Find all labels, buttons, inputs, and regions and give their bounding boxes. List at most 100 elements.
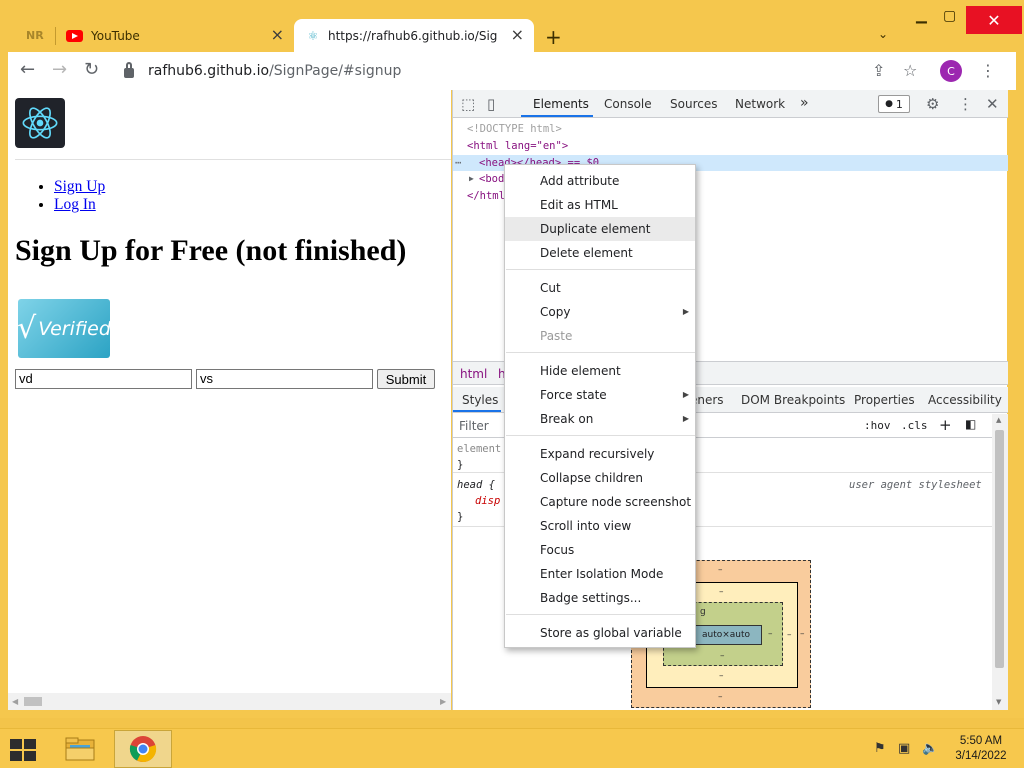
scrollbar-thumb[interactable] bbox=[995, 430, 1004, 668]
menu-item-delete-element[interactable]: Delete element bbox=[505, 241, 695, 265]
back-arrow-icon[interactable]: ← bbox=[20, 60, 35, 80]
new-tab-button[interactable]: + bbox=[545, 25, 562, 49]
scroll-right-icon[interactable]: ▶ bbox=[440, 697, 446, 706]
plus-icon[interactable]: + bbox=[939, 416, 952, 434]
context-menu: Add attribute Edit as HTML Duplicate ele… bbox=[504, 164, 696, 648]
menu-separator bbox=[506, 352, 695, 353]
horizontal-scrollbar[interactable]: ◀ ▶ bbox=[8, 693, 451, 710]
tab-youtube[interactable]: YouTube × bbox=[58, 19, 294, 52]
tab-properties[interactable]: Properties bbox=[854, 393, 915, 407]
minimize-icon[interactable]: ▁ bbox=[916, 8, 927, 24]
margin-bottom-value[interactable]: – bbox=[718, 692, 723, 702]
gear-icon[interactable]: ⚙ bbox=[926, 95, 939, 113]
breadcrumb-html[interactable]: html bbox=[460, 367, 487, 381]
network-icon[interactable]: ▣ bbox=[898, 741, 914, 757]
menu-item-badge-settings[interactable]: Badge settings... bbox=[505, 586, 695, 610]
menu-item-collapse-children[interactable]: Collapse children bbox=[505, 466, 695, 490]
tab-close-icon[interactable]: × bbox=[511, 27, 524, 43]
doctype-line[interactable]: <!DOCTYPE html> bbox=[467, 121, 562, 137]
menu-item-capture-node-screenshot[interactable]: Capture node screenshot bbox=[505, 490, 695, 514]
margin-top-value[interactable]: – bbox=[718, 565, 723, 575]
action-center-flag-icon[interactable]: ⚑ bbox=[874, 741, 890, 757]
lock-icon[interactable] bbox=[124, 62, 134, 78]
sign-up-link[interactable]: Sign Up bbox=[54, 178, 105, 195]
html-line[interactable]: <html lang="en"> bbox=[467, 138, 568, 154]
border-right-value[interactable]: – bbox=[787, 630, 792, 640]
element-style-selector[interactable]: element bbox=[457, 441, 501, 457]
scroll-left-icon[interactable]: ◀ bbox=[12, 697, 18, 706]
menu-item-hide-element[interactable]: Hide element bbox=[505, 359, 695, 383]
border-top-value[interactable]: – bbox=[719, 587, 724, 597]
reload-icon[interactable]: ↻ bbox=[84, 60, 99, 80]
file-explorer-icon[interactable] bbox=[64, 734, 96, 764]
submit-button[interactable]: Submit bbox=[377, 369, 435, 389]
maximize-icon[interactable]: ▢ bbox=[943, 8, 956, 24]
menu-item-add-attribute[interactable]: Add attribute bbox=[505, 169, 695, 193]
html-close-line[interactable]: </html bbox=[467, 188, 505, 204]
tab-styles[interactable]: Styles bbox=[462, 393, 498, 407]
tab-signpage-title: https://rafhub6.github.io/SignPa bbox=[328, 28, 498, 43]
tab-dom-breakpoints[interactable]: DOM Breakpoints bbox=[741, 393, 845, 407]
hov-button[interactable]: :hov bbox=[864, 419, 891, 432]
expand-triangle-icon[interactable]: ▶ bbox=[469, 171, 474, 187]
tab-console[interactable]: Console bbox=[604, 97, 652, 111]
issues-badge[interactable]: ● 1 bbox=[878, 95, 910, 113]
box-content[interactable]: auto×auto bbox=[690, 625, 762, 645]
system-clock[interactable]: 5:50 AM 3/14/2022 bbox=[946, 734, 1016, 764]
tab-signpage[interactable]: ⚛ https://rafhub6.github.io/SignPa × bbox=[294, 19, 534, 52]
menu-item-break-on[interactable]: Break on ▶ bbox=[505, 407, 695, 431]
tab-close-icon[interactable]: × bbox=[271, 27, 284, 43]
menu-item-duplicate-element[interactable]: Duplicate element bbox=[505, 217, 695, 241]
volume-muted-icon[interactable]: 🔈 bbox=[922, 741, 938, 757]
styles-vertical-scrollbar[interactable]: ▲ ▼ bbox=[992, 414, 1008, 710]
window-close-icon[interactable]: ✕ bbox=[966, 6, 1022, 34]
chrome-taskbar-button[interactable] bbox=[114, 730, 172, 768]
padding-bottom-value[interactable]: – bbox=[720, 651, 725, 661]
menu-item-focus[interactable]: Focus bbox=[505, 538, 695, 562]
head-rule-selector[interactable]: head { bbox=[457, 477, 495, 493]
kebab-menu-icon[interactable]: ⋮ bbox=[980, 61, 996, 80]
tab-elements[interactable]: Elements bbox=[533, 97, 589, 111]
inspect-element-icon[interactable]: ⬚ bbox=[461, 95, 475, 113]
menu-item-edit-as-html[interactable]: Edit as HTML bbox=[505, 193, 695, 217]
filter-input[interactable]: Filter bbox=[459, 419, 489, 433]
tab-accessibility[interactable]: Accessibility bbox=[928, 393, 1002, 407]
menu-item-scroll-into-view[interactable]: Scroll into view bbox=[505, 514, 695, 538]
tab-nr[interactable]: NR bbox=[14, 19, 54, 52]
tab-network[interactable]: Network bbox=[735, 97, 785, 111]
border-bottom-value[interactable]: – bbox=[719, 671, 724, 681]
address-bar[interactable]: rafhub6.github.io/SignPage/#signup bbox=[112, 57, 936, 85]
react-logo-icon bbox=[15, 98, 65, 148]
tab-search-chevron-icon[interactable]: ⌄ bbox=[878, 27, 888, 41]
menu-item-force-state[interactable]: Force state ▶ bbox=[505, 383, 695, 407]
scrollbar-thumb[interactable] bbox=[24, 697, 42, 706]
menu-item-copy[interactable]: Copy ▶ bbox=[505, 300, 695, 324]
list-item: Sign Up bbox=[54, 178, 105, 196]
ellipsis-icon[interactable]: ⋯ bbox=[455, 155, 461, 171]
menu-item-expand-recursively[interactable]: Expand recursively bbox=[505, 442, 695, 466]
cls-button[interactable]: .cls bbox=[901, 419, 928, 432]
scroll-up-icon[interactable]: ▲ bbox=[996, 416, 1001, 424]
display-property[interactable]: disp bbox=[475, 493, 500, 509]
scroll-down-icon[interactable]: ▼ bbox=[996, 698, 1001, 706]
bookmark-star-icon[interactable]: ☆ bbox=[903, 61, 917, 80]
more-tabs-icon[interactable]: » bbox=[800, 95, 809, 111]
device-toggle-icon[interactable]: ▯ bbox=[487, 95, 495, 113]
windows-start-icon[interactable] bbox=[10, 739, 36, 761]
tab-sources[interactable]: Sources bbox=[670, 97, 717, 111]
menu-item-store-as-global-variable[interactable]: Store as global variable bbox=[505, 621, 695, 645]
kebab-menu-icon[interactable]: ⋮ bbox=[958, 95, 973, 113]
toggle-sidebar-icon[interactable]: ◧ bbox=[965, 417, 976, 431]
share-icon[interactable]: ⇪ bbox=[872, 61, 885, 80]
log-in-link[interactable]: Log In bbox=[54, 196, 96, 213]
close-icon[interactable]: ✕ bbox=[986, 95, 999, 113]
second-input[interactable]: vs bbox=[196, 369, 373, 389]
body-line[interactable]: <bod bbox=[479, 171, 504, 187]
menu-item-cut[interactable]: Cut bbox=[505, 276, 695, 300]
padding-right-value[interactable]: – bbox=[768, 629, 773, 639]
margin-right-value[interactable]: – bbox=[800, 629, 805, 639]
first-input[interactable]: vd bbox=[15, 369, 192, 389]
forward-arrow-icon[interactable]: → bbox=[52, 60, 67, 80]
menu-item-enter-isolation-mode[interactable]: Enter Isolation Mode bbox=[505, 562, 695, 586]
profile-avatar[interactable]: C bbox=[940, 60, 962, 82]
